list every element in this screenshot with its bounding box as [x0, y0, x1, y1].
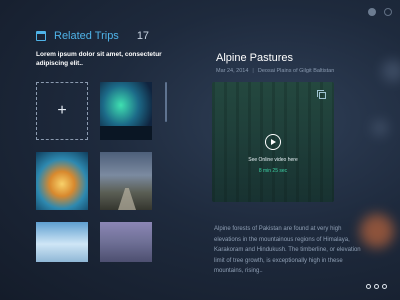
trip-thumbnail-wave[interactable]	[36, 152, 88, 210]
related-trips-header: Related Trips 17	[36, 30, 149, 42]
trip-thumbnail-misty-forest[interactable]	[100, 222, 152, 262]
related-trips-subtitle: Lorem ipsum dolor sit amet, consectetur …	[36, 51, 162, 67]
settings-icon[interactable]	[384, 8, 392, 16]
trip-date: Mar 24, 2014	[216, 68, 249, 74]
dot-icon	[382, 284, 387, 289]
calendar-icon	[36, 31, 46, 41]
trip-thumbnail-aurora[interactable]	[100, 82, 152, 140]
user-icon[interactable]	[368, 8, 376, 16]
video-label: See Online video here	[248, 157, 298, 163]
more-icon[interactable]	[366, 284, 387, 289]
dot-icon	[366, 284, 371, 289]
dot-icon	[374, 284, 379, 289]
trip-thumbnail-road[interactable]	[100, 152, 152, 210]
related-trips-count: 17	[136, 30, 150, 42]
background-bokeh	[360, 214, 394, 248]
related-trips-title: Related Trips	[54, 30, 119, 42]
video-duration: 8 min 25 sec	[258, 168, 288, 174]
trip-description: Alpine forests of Pakistan are found at …	[214, 226, 361, 274]
background-bokeh	[372, 120, 388, 136]
plus-icon: +	[57, 102, 67, 119]
scrollbar[interactable]	[165, 82, 167, 122]
trip-location: Deosai Plains of Gilgit Baltistan	[257, 68, 335, 74]
add-trip-button[interactable]: +	[36, 82, 88, 140]
trip-thumbnail-waterfalls[interactable]	[36, 222, 88, 262]
video-card[interactable]: See Online video here 8 min 25 sec	[212, 82, 334, 202]
background-bokeh	[382, 60, 400, 82]
trip-title: Alpine Pastures	[216, 52, 294, 64]
play-icon[interactable]	[265, 134, 281, 150]
related-trips-panel: Related Trips 17 Lorem ipsum dolor sit a…	[0, 0, 190, 300]
copy-icon[interactable]	[317, 90, 326, 99]
trip-meta: Mar 24, 2014 | Deosai Plains of Gilgit Bal…	[216, 68, 335, 74]
